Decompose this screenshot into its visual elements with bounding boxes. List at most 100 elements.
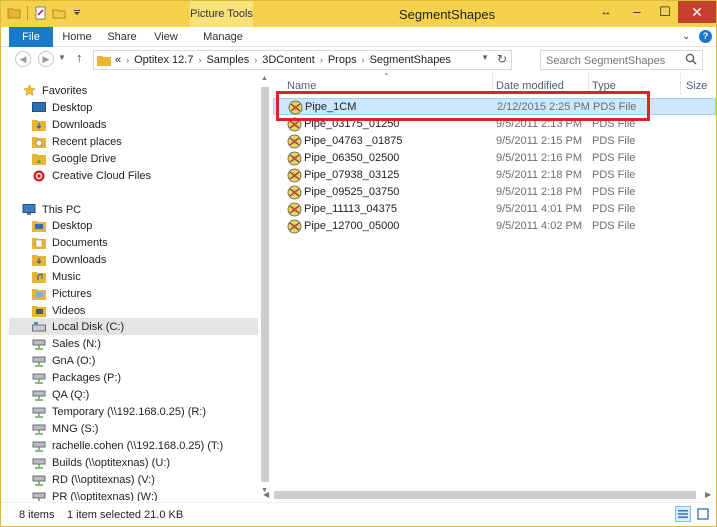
- nav-fav-google-drive[interactable]: Google Drive: [31, 150, 116, 167]
- file-date: 9/5/2011 2:18 PM: [496, 186, 583, 198]
- file-row[interactable]: Pipe_07938_03125 9/5/2011 2:18 PM PDS Fi…: [273, 167, 716, 184]
- nav-pane-scrollbar[interactable]: ▲ ▼: [260, 73, 270, 501]
- nav-drive-temporary[interactable]: Temporary (\\192.168.0.25) (R:): [31, 403, 206, 420]
- file-row[interactable]: Pipe_09525_03750 9/5/2011 2:18 PM PDS Fi…: [273, 184, 716, 201]
- scroll-left-icon[interactable]: ◀: [263, 490, 269, 499]
- nav-drive-rachelle[interactable]: rachelle.cohen (\\192.168.0.25) (T:): [31, 437, 223, 454]
- nav-drive-builds[interactable]: Builds (\\optitexnas) (U:): [31, 454, 170, 471]
- scroll-right-icon[interactable]: ▶: [705, 490, 711, 499]
- forward-button[interactable]: ▶: [38, 51, 54, 67]
- nav-drive-rd[interactable]: RD (\\optitexnas) (V:): [31, 471, 155, 488]
- file-name: Pipe_09525_03750: [304, 186, 400, 198]
- file-row[interactable]: Pipe_04763 _01875 9/5/2011 2:15 PM PDS F…: [273, 133, 716, 150]
- nav-pc-pictures[interactable]: Pictures: [31, 285, 92, 302]
- nav-pc-local-disk-c[interactable]: Local Disk (C:): [9, 318, 258, 335]
- breadcrumb-optitex[interactable]: Optitex 12.7: [134, 54, 193, 66]
- file-list: Name ⌃ Date modified Type Size Pipe_1CM …: [273, 72, 716, 501]
- file-row[interactable]: Pipe_12700_05000 9/5/2011 4:02 PM PDS Fi…: [273, 218, 716, 235]
- nav-this-pc[interactable]: This PC: [21, 201, 81, 218]
- file-row[interactable]: Pipe_06350_02500 9/5/2011 2:16 PM PDS Fi…: [273, 150, 716, 167]
- network-drive-icon: [31, 473, 47, 487]
- recent-locations-icon[interactable]: ▼: [58, 53, 66, 62]
- pds-file-icon: [287, 202, 302, 217]
- breadcrumb-props[interactable]: Props: [328, 54, 357, 66]
- properties-icon[interactable]: [34, 6, 48, 20]
- network-drive-icon: [31, 422, 47, 436]
- address-bar[interactable]: « › Optitex 12.7 › Samples › 3DContent ›…: [93, 50, 512, 70]
- window-title: SegmentShapes: [399, 7, 496, 22]
- new-folder-icon[interactable]: [52, 6, 66, 20]
- scrollbar-thumb[interactable]: [261, 87, 269, 482]
- file-date: 9/5/2011 4:02 PM: [496, 220, 583, 232]
- file-row[interactable]: Pipe_11113_04375 9/5/2011 4:01 PM PDS Fi…: [273, 201, 716, 218]
- nav-pc-documents[interactable]: Documents: [31, 234, 108, 251]
- details-view-icon: [678, 510, 688, 518]
- breadcrumb-samples[interactable]: Samples: [206, 54, 249, 66]
- help-icon[interactable]: ?: [699, 30, 712, 43]
- file-date: 9/5/2011 2:15 PM: [496, 135, 583, 147]
- column-header-size[interactable]: Size: [686, 80, 707, 92]
- breadcrumb-overflow[interactable]: «: [115, 54, 121, 66]
- hard-drive-icon: [31, 320, 47, 334]
- nav-fav-recent-places[interactable]: Recent places: [31, 133, 122, 150]
- app-folder-icon[interactable]: [7, 6, 21, 20]
- close-button[interactable]: ✕: [678, 1, 716, 23]
- file-date: 9/5/2011 4:01 PM: [496, 203, 583, 215]
- videos-folder-icon: [31, 304, 47, 318]
- tab-file[interactable]: File: [9, 27, 53, 47]
- expand-ribbon-icon[interactable]: ⌄: [682, 28, 696, 46]
- search-box[interactable]: [540, 50, 703, 70]
- network-drive-icon: [31, 337, 47, 351]
- breadcrumb-3dcontent[interactable]: 3DContent: [262, 54, 315, 66]
- folder-icon: [97, 55, 111, 66]
- refresh-icon[interactable]: ↻: [497, 52, 507, 66]
- maximize-button[interactable]: ☐: [652, 1, 678, 23]
- nav-favorites[interactable]: Favorites: [21, 82, 87, 99]
- minimize-button[interactable]: –: [624, 1, 650, 23]
- nav-pc-videos[interactable]: Videos: [31, 302, 85, 319]
- nav-drive-qa[interactable]: QA (Q:): [31, 386, 89, 403]
- nav-fav-desktop[interactable]: Desktop: [31, 99, 92, 116]
- breadcrumb-segmentshapes[interactable]: SegmentShapes: [370, 54, 451, 66]
- toolbar-separator: [27, 6, 28, 20]
- pds-file-icon: [287, 219, 302, 234]
- status-item-count: 8 items: [19, 509, 55, 521]
- network-drive-icon: [31, 439, 47, 453]
- nav-drive-mng[interactable]: MNG (S:): [31, 420, 98, 437]
- explorer-window: Picture Tools SegmentShapes ↔ – ☐ ✕ File…: [0, 0, 717, 527]
- address-dropdown-icon[interactable]: ▼: [481, 53, 489, 62]
- desktop-folder-icon: [31, 219, 47, 233]
- customize-dropdown-icon[interactable]: [70, 6, 84, 20]
- downloads-folder-icon: [31, 118, 47, 132]
- nav-drive-packages[interactable]: Packages (P:): [31, 369, 121, 386]
- details-view-button[interactable]: [675, 506, 691, 522]
- up-arrow-icon[interactable]: ↑: [76, 50, 83, 65]
- nav-fav-downloads[interactable]: Downloads: [31, 116, 106, 133]
- nav-drive-sales[interactable]: Sales (N:): [31, 335, 101, 352]
- nav-pc-music[interactable]: Music: [31, 268, 81, 285]
- nav-pc-downloads[interactable]: Downloads: [31, 251, 106, 268]
- nav-pc-desktop[interactable]: Desktop: [31, 217, 92, 234]
- network-drive-icon: [31, 490, 47, 501]
- search-input[interactable]: [546, 54, 681, 67]
- tab-view[interactable]: View: [151, 27, 181, 47]
- scrollbar-thumb[interactable]: [274, 491, 696, 499]
- file-list-horizontal-scrollbar[interactable]: ◀ ▶: [261, 489, 716, 501]
- large-icons-view-button[interactable]: [695, 506, 711, 522]
- nav-drive-gna[interactable]: GnA (O:): [31, 352, 95, 369]
- pds-file-icon: [287, 185, 302, 200]
- search-icon[interactable]: [685, 53, 697, 65]
- file-name: Pipe_06350_02500: [304, 152, 400, 164]
- nav-drive-pr[interactable]: PR (\\optitexnas) (W:): [31, 488, 158, 501]
- annotation-highlight-box: [276, 91, 650, 121]
- scroll-up-icon[interactable]: ▲: [261, 75, 268, 82]
- back-button[interactable]: ◀: [15, 51, 31, 67]
- tab-manage[interactable]: Manage: [198, 27, 248, 47]
- pictures-folder-icon: [31, 287, 47, 301]
- quick-access-toolbar: [7, 6, 84, 20]
- tab-home[interactable]: Home: [61, 27, 93, 47]
- tab-share[interactable]: Share: [105, 27, 139, 47]
- file-type: PDS File: [592, 135, 636, 147]
- status-selection: 1 item selected 21.0 KB: [67, 509, 184, 521]
- nav-fav-creative-cloud[interactable]: Creative Cloud Files: [31, 167, 151, 184]
